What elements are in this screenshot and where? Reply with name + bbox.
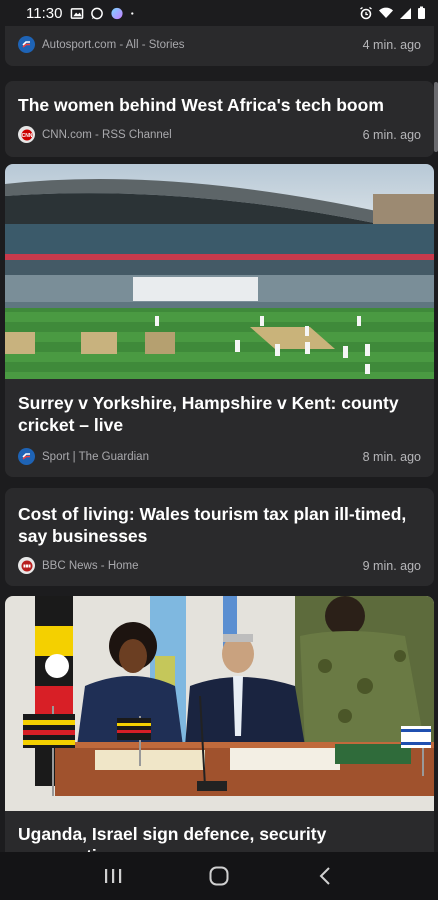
signal-icon	[400, 8, 411, 19]
card-meta: CNN CNN.com - RSS Channel 6 min. ago	[5, 126, 434, 143]
home-icon	[209, 866, 229, 886]
bbc-icon	[18, 557, 35, 574]
guardian-sport-icon	[18, 448, 35, 465]
alarm-icon	[360, 6, 372, 20]
time-label: 8 min. ago	[362, 449, 421, 464]
wifi-icon	[379, 7, 393, 19]
recents-button[interactable]	[93, 856, 133, 896]
card-title[interactable]: Uganda, Israel sign defence, security co…	[5, 823, 434, 852]
source-label: Sport | The Guardian	[42, 450, 149, 463]
guardian-sport-icon	[18, 36, 35, 53]
assistant-icon	[111, 7, 124, 19]
card-title[interactable]: The women behind West Africa's tech boom	[5, 94, 397, 116]
gallery-icon	[71, 7, 84, 19]
status-right	[359, 6, 426, 20]
time-label: 4 min. ago	[362, 37, 421, 52]
card-meta: Autosport.com - All - Stories 4 min. ago	[5, 36, 434, 53]
news-feed[interactable]: Autosport.com - All - Stories 4 min. ago…	[0, 26, 438, 852]
feed-card-autosport[interactable]: Autosport.com - All - Stories 4 min. ago	[5, 26, 434, 66]
recents-icon	[105, 869, 122, 883]
back-icon	[319, 867, 330, 885]
status-time: 11:30	[26, 4, 63, 22]
feed-card-cnn[interactable]: The women behind West Africa's tech boom…	[5, 81, 434, 157]
card-title[interactable]: Surrey v Yorkshire, Hampshire v Kent: co…	[5, 392, 434, 436]
card-title[interactable]: Cost of living: Wales tourism tax plan i…	[5, 503, 434, 547]
cnn-icon: CNN	[18, 126, 35, 143]
signing-ceremony-image[interactable]	[5, 596, 434, 811]
feed-card-uganda-israel[interactable]: Uganda, Israel sign defence, security co…	[5, 596, 434, 852]
feed-card-bbc[interactable]: Cost of living: Wales tourism tax plan i…	[5, 488, 434, 586]
dot-icon	[131, 11, 134, 15]
source-label: Autosport.com - All - Stories	[42, 38, 185, 51]
home-button[interactable]	[199, 856, 239, 896]
cricket-stadium-image[interactable]	[5, 164, 434, 379]
source-label: CNN.com - RSS Channel	[42, 128, 172, 141]
time-label: 9 min. ago	[362, 558, 421, 573]
whatsapp-icon	[91, 7, 104, 19]
source-label: BBC News - Home	[42, 559, 139, 572]
navigation-bar	[0, 852, 438, 900]
card-meta: BBC News - Home 9 min. ago	[5, 557, 434, 574]
status-left: 11:30	[26, 5, 144, 22]
back-button[interactable]	[305, 856, 345, 896]
card-meta: Sport | The Guardian 8 min. ago	[5, 448, 434, 465]
time-label: 6 min. ago	[362, 127, 421, 142]
svg-text:CNN: CNN	[21, 133, 32, 139]
status-bar: 11:30	[0, 0, 438, 26]
feed-card-guardian-cricket[interactable]: Surrey v Yorkshire, Hampshire v Kent: co…	[5, 164, 434, 477]
scrollbar-thumb[interactable]	[434, 82, 438, 152]
battery-icon	[418, 6, 425, 19]
